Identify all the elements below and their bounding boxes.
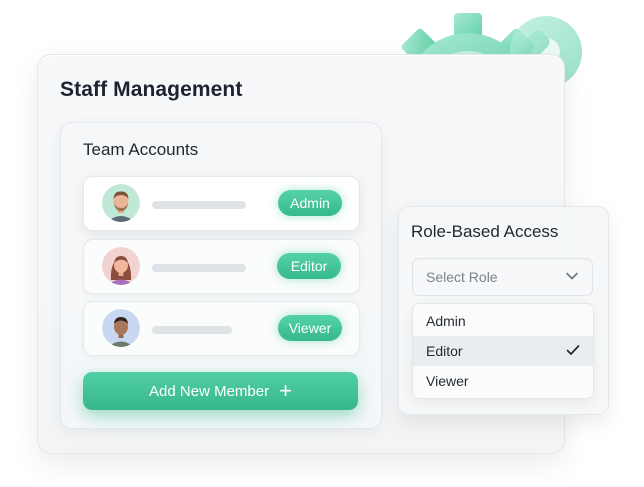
- member-row-admin[interactable]: Admin: [83, 176, 360, 231]
- role-dropdown-menu: Admin Editor Viewer: [412, 303, 594, 399]
- add-new-member-button[interactable]: Add New Member +: [83, 372, 358, 410]
- member-row-viewer[interactable]: Viewer: [83, 301, 360, 356]
- member-name-placeholder: [152, 201, 246, 209]
- page-title: Staff Management: [60, 78, 243, 101]
- avatar: [102, 247, 140, 285]
- option-admin[interactable]: Admin: [413, 306, 593, 336]
- avatar: [102, 184, 140, 222]
- member-name-placeholder: [152, 264, 246, 272]
- role-badge[interactable]: Editor: [277, 253, 341, 279]
- role-badge[interactable]: Admin: [278, 190, 342, 216]
- option-editor[interactable]: Editor: [413, 336, 593, 366]
- plus-icon: +: [279, 378, 292, 403]
- role-select-placeholder: Select Role: [426, 269, 498, 285]
- add-new-member-label: Add New Member: [149, 382, 270, 400]
- member-row-editor[interactable]: Editor: [83, 239, 360, 294]
- role-select[interactable]: Select Role: [412, 258, 593, 296]
- team-accounts-title: Team Accounts: [83, 140, 199, 159]
- avatar: [102, 309, 140, 347]
- role-based-access-title: Role-Based Access: [411, 222, 559, 241]
- chevron-down-icon: [566, 272, 578, 280]
- option-viewer[interactable]: Viewer: [413, 366, 593, 396]
- member-name-placeholder: [152, 326, 232, 334]
- check-icon: [566, 345, 580, 355]
- role-badge[interactable]: Viewer: [278, 315, 342, 341]
